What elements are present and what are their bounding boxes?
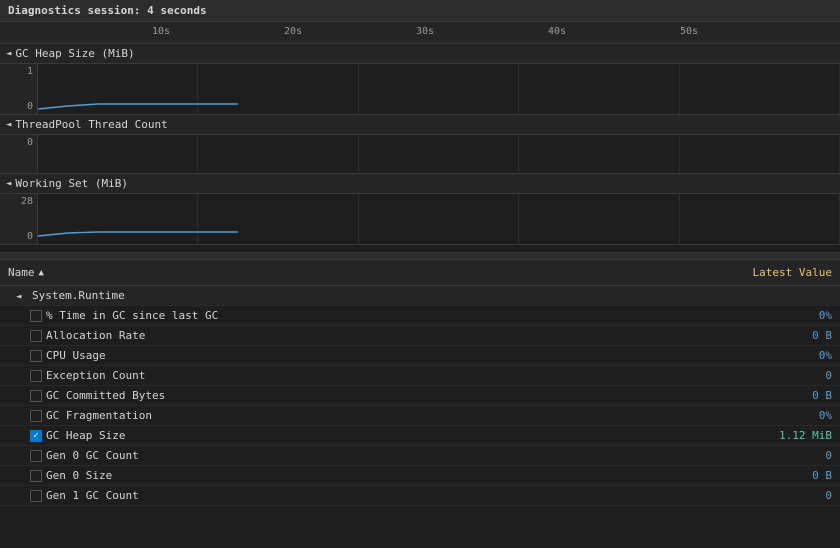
table-header: Name ▲ Latest Value bbox=[0, 260, 840, 286]
row-checkbox[interactable] bbox=[30, 410, 42, 422]
row-value: 1.12 MiB bbox=[740, 427, 840, 444]
table-body: ◄ System.Runtime % Time in GC since last… bbox=[0, 286, 840, 506]
row-value: 0% bbox=[740, 307, 840, 324]
row-value: 0 B bbox=[740, 387, 840, 404]
table-row[interactable]: Gen 1 GC Count 0 bbox=[0, 486, 840, 506]
row-name: Gen 1 GC Count bbox=[0, 487, 740, 504]
tp-grid-col-4 bbox=[519, 135, 679, 173]
row-value: 0 bbox=[740, 367, 840, 384]
working-set-y-min: 0 bbox=[27, 231, 33, 242]
timeline-ticks: 10s 20s 30s 40s 50s bbox=[40, 22, 840, 43]
row-value: 0 bbox=[740, 487, 840, 504]
threadpool-body: 0 bbox=[0, 135, 840, 173]
row-checkbox[interactable] bbox=[30, 430, 42, 442]
tp-grid-col-3 bbox=[359, 135, 519, 173]
name-col-label: Name bbox=[8, 266, 35, 279]
gc-heap-header[interactable]: ◄ GC Heap Size (MiB) bbox=[0, 44, 840, 64]
row-name: Allocation Rate bbox=[0, 327, 740, 344]
gc-heap-collapse-icon: ◄ bbox=[6, 49, 11, 59]
threadpool-grid bbox=[38, 135, 840, 173]
row-value: 0% bbox=[740, 347, 840, 364]
gc-heap-canvas bbox=[38, 64, 840, 114]
table-row[interactable]: Allocation Rate 0 B bbox=[0, 326, 840, 346]
group-label: ◄ System.Runtime bbox=[0, 287, 740, 304]
threadpool-section: ◄ ThreadPool Thread Count 0 bbox=[0, 115, 840, 174]
group-collapse-icon: ◄ bbox=[16, 292, 21, 302]
metrics-table: Name ▲ Latest Value ◄ System.Runtime % T… bbox=[0, 260, 840, 506]
gc-heap-title: GC Heap Size (MiB) bbox=[15, 47, 134, 60]
timeline-axis: 10s 20s 30s 40s 50s bbox=[0, 22, 840, 44]
working-set-header[interactable]: ◄ Working Set (MiB) bbox=[0, 174, 840, 194]
chart-area: 10s 20s 30s 40s 50s ◄ GC Heap Size (MiB)… bbox=[0, 22, 840, 252]
working-set-line bbox=[38, 194, 840, 244]
row-name: Gen 0 Size bbox=[0, 467, 740, 484]
threadpool-y-axis: 0 bbox=[0, 135, 38, 173]
threadpool-header[interactable]: ◄ ThreadPool Thread Count bbox=[0, 115, 840, 135]
gc-heap-y-axis: 1 0 bbox=[0, 64, 38, 114]
row-value: 0% bbox=[740, 407, 840, 424]
row-name: GC Fragmentation bbox=[0, 407, 740, 424]
row-value: 0 bbox=[740, 447, 840, 464]
row-value: 0 B bbox=[740, 327, 840, 344]
sort-arrow-icon: ▲ bbox=[39, 268, 44, 278]
tick-40s: 40s bbox=[548, 26, 566, 37]
working-set-body: 28 0 bbox=[0, 194, 840, 244]
tp-grid-col-1 bbox=[38, 135, 198, 173]
row-checkbox[interactable] bbox=[30, 390, 42, 402]
table-row[interactable]: GC Committed Bytes 0 B bbox=[0, 386, 840, 406]
gc-heap-line bbox=[38, 64, 840, 114]
group-value bbox=[740, 294, 840, 298]
table-row[interactable]: GC Fragmentation 0% bbox=[0, 406, 840, 426]
table-row[interactable]: Exception Count 0 bbox=[0, 366, 840, 386]
gc-heap-section: ◄ GC Heap Size (MiB) 1 0 bbox=[0, 44, 840, 115]
threadpool-collapse-icon: ◄ bbox=[6, 120, 11, 130]
working-set-collapse-icon: ◄ bbox=[6, 179, 11, 189]
table-row[interactable]: Gen 0 GC Count 0 bbox=[0, 446, 840, 466]
row-name: Exception Count bbox=[0, 367, 740, 384]
row-checkbox[interactable] bbox=[30, 330, 42, 342]
tick-30s: 30s bbox=[416, 26, 434, 37]
working-set-y-max: 28 bbox=[21, 196, 33, 207]
gc-heap-body: 1 0 bbox=[0, 64, 840, 114]
threadpool-canvas bbox=[38, 135, 840, 173]
panel-divider bbox=[0, 252, 840, 260]
row-name: Gen 0 GC Count bbox=[0, 447, 740, 464]
tick-50s: 50s bbox=[680, 26, 698, 37]
row-value: 0 B bbox=[740, 467, 840, 484]
working-set-title: Working Set (MiB) bbox=[15, 177, 128, 190]
col-value-header[interactable]: Latest Value bbox=[740, 264, 840, 281]
row-name: CPU Usage bbox=[0, 347, 740, 364]
row-name: GC Heap Size bbox=[0, 427, 740, 444]
row-checkbox[interactable] bbox=[30, 490, 42, 502]
threadpool-y-val: 0 bbox=[27, 137, 33, 148]
row-checkbox[interactable] bbox=[30, 450, 42, 462]
working-set-y-axis: 28 0 bbox=[0, 194, 38, 244]
row-checkbox[interactable] bbox=[30, 350, 42, 362]
table-row[interactable]: GC Heap Size 1.12 MiB bbox=[0, 426, 840, 446]
tp-grid-col-5 bbox=[680, 135, 840, 173]
table-row[interactable]: % Time in GC since last GC 0% bbox=[0, 306, 840, 326]
gc-heap-y-max: 1 bbox=[27, 66, 33, 77]
table-row[interactable]: CPU Usage 0% bbox=[0, 346, 840, 366]
tick-20s: 20s bbox=[284, 26, 302, 37]
row-name: % Time in GC since last GC bbox=[0, 307, 740, 324]
row-checkbox[interactable] bbox=[30, 310, 42, 322]
col-name-header[interactable]: Name ▲ bbox=[0, 264, 740, 281]
diagnostics-header: Diagnostics session: 4 seconds bbox=[0, 0, 840, 22]
tp-grid-col-2 bbox=[198, 135, 358, 173]
gc-heap-y-min: 0 bbox=[27, 101, 33, 112]
row-checkbox[interactable] bbox=[30, 370, 42, 382]
group-system-runtime[interactable]: ◄ System.Runtime bbox=[0, 286, 840, 306]
table-row[interactable]: Gen 0 Size 0 B bbox=[0, 466, 840, 486]
threadpool-title: ThreadPool Thread Count bbox=[15, 118, 167, 131]
tick-10s: 10s bbox=[152, 26, 170, 37]
working-set-section: ◄ Working Set (MiB) 28 0 bbox=[0, 174, 840, 245]
row-checkbox[interactable] bbox=[30, 470, 42, 482]
row-name: GC Committed Bytes bbox=[0, 387, 740, 404]
working-set-canvas bbox=[38, 194, 840, 244]
